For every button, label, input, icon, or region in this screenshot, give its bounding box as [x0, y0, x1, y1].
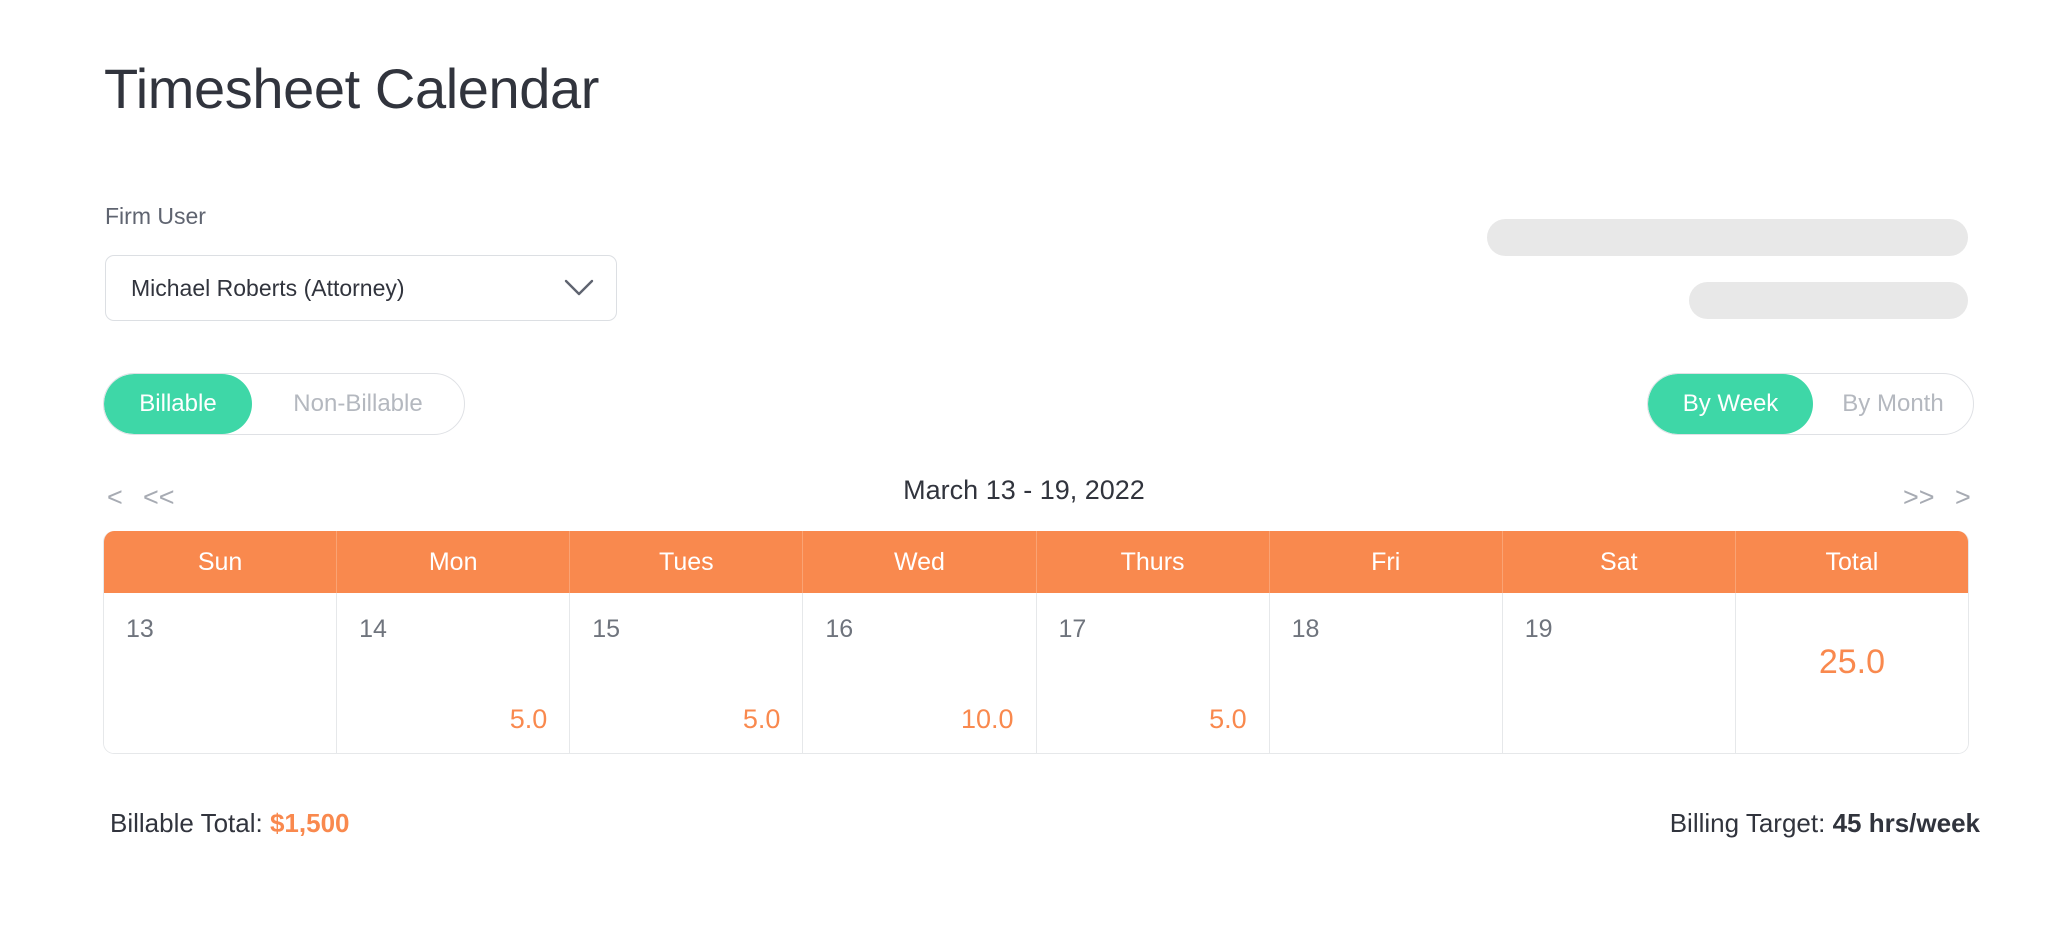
column-header-fri: Fri: [1270, 531, 1503, 593]
skeleton-placeholder-bar-2: [1689, 282, 1968, 319]
day-cell-19[interactable]: 19: [1503, 593, 1736, 753]
day-cell-18[interactable]: 18: [1270, 593, 1503, 753]
day-number: 17: [1058, 615, 1087, 643]
next-week-arrow-icon[interactable]: >: [1951, 478, 1975, 517]
day-number: 16: [825, 615, 854, 643]
period-toggle-group: By Week By Month: [1647, 373, 1974, 435]
column-header-tues: Tues: [570, 531, 804, 593]
column-header-total: Total: [1825, 547, 1879, 576]
calendar-header-row: Sun Mon Tues Wed Thurs Fri Sat Total: [104, 531, 1968, 593]
day-hours: 10.0: [960, 704, 1014, 734]
week-total-value: 25.0: [1818, 643, 1886, 681]
column-header-thurs: Thurs: [1037, 531, 1270, 593]
day-cell-17[interactable]: 17 5.0: [1037, 593, 1270, 753]
column-header-sat: Sat: [1503, 531, 1736, 593]
day-number: 13: [126, 615, 154, 643]
by-month-tab[interactable]: By Month: [1813, 374, 1973, 434]
chevron-down-icon: [564, 279, 594, 297]
day-cell-14[interactable]: 14 5.0: [337, 593, 571, 753]
billing-target: Billing Target: 45 hrs/week: [1670, 808, 1980, 839]
billable-tab[interactable]: Billable: [104, 374, 252, 434]
billable-toggle-group: Billable Non-Billable: [103, 373, 465, 435]
day-number: 18: [1291, 615, 1320, 643]
week-total-cell: 25.0: [1736, 593, 1968, 753]
billing-target-value: 45 hrs/week: [1832, 808, 1980, 838]
day-cell-16[interactable]: 16 10.0: [803, 593, 1037, 753]
firm-user-select[interactable]: Michael Roberts (Attorney): [105, 255, 617, 321]
firm-user-selected-value: Michael Roberts (Attorney): [131, 274, 405, 301]
column-header-wed: Wed: [803, 531, 1037, 593]
day-hours: 5.0: [509, 704, 548, 734]
billable-total-value: $1,500: [269, 808, 350, 838]
billing-target-label: Billing Target:: [1669, 808, 1826, 838]
firm-user-label: Firm User: [105, 203, 206, 229]
next-jump-arrow-icon[interactable]: >>: [1899, 478, 1939, 517]
day-number: 14: [359, 615, 387, 643]
billable-total: Billable Total: $1,500: [110, 808, 350, 839]
page-title: Timesheet Calendar: [104, 57, 599, 120]
calendar-table: Sun Mon Tues Wed Thurs Fri Sat Total 13 …: [103, 531, 1969, 754]
date-range-label: March 13 - 19, 2022: [903, 475, 1145, 505]
column-header-mon: Mon: [337, 531, 571, 593]
timesheet-calendar-page: Timesheet Calendar Firm User Michael Rob…: [0, 0, 2048, 945]
skeleton-placeholder-bar-1: [1487, 219, 1968, 256]
day-cell-13[interactable]: 13: [104, 593, 338, 753]
non-billable-tab[interactable]: Non-Billable: [252, 374, 464, 434]
day-number: 15: [592, 615, 621, 643]
billable-total-label: Billable Total:: [110, 808, 263, 838]
by-week-tab[interactable]: By Week: [1648, 374, 1813, 434]
column-header-sun: Sun: [104, 531, 338, 593]
day-hours: 5.0: [742, 704, 781, 734]
day-number: 19: [1524, 615, 1553, 643]
day-cell-15[interactable]: 15 5.0: [570, 593, 804, 753]
calendar-week-row: 13 14 5.0 15 5.0 16 10.0 17 5.0 18 19 25…: [104, 593, 1968, 753]
day-hours: 5.0: [1209, 704, 1247, 734]
